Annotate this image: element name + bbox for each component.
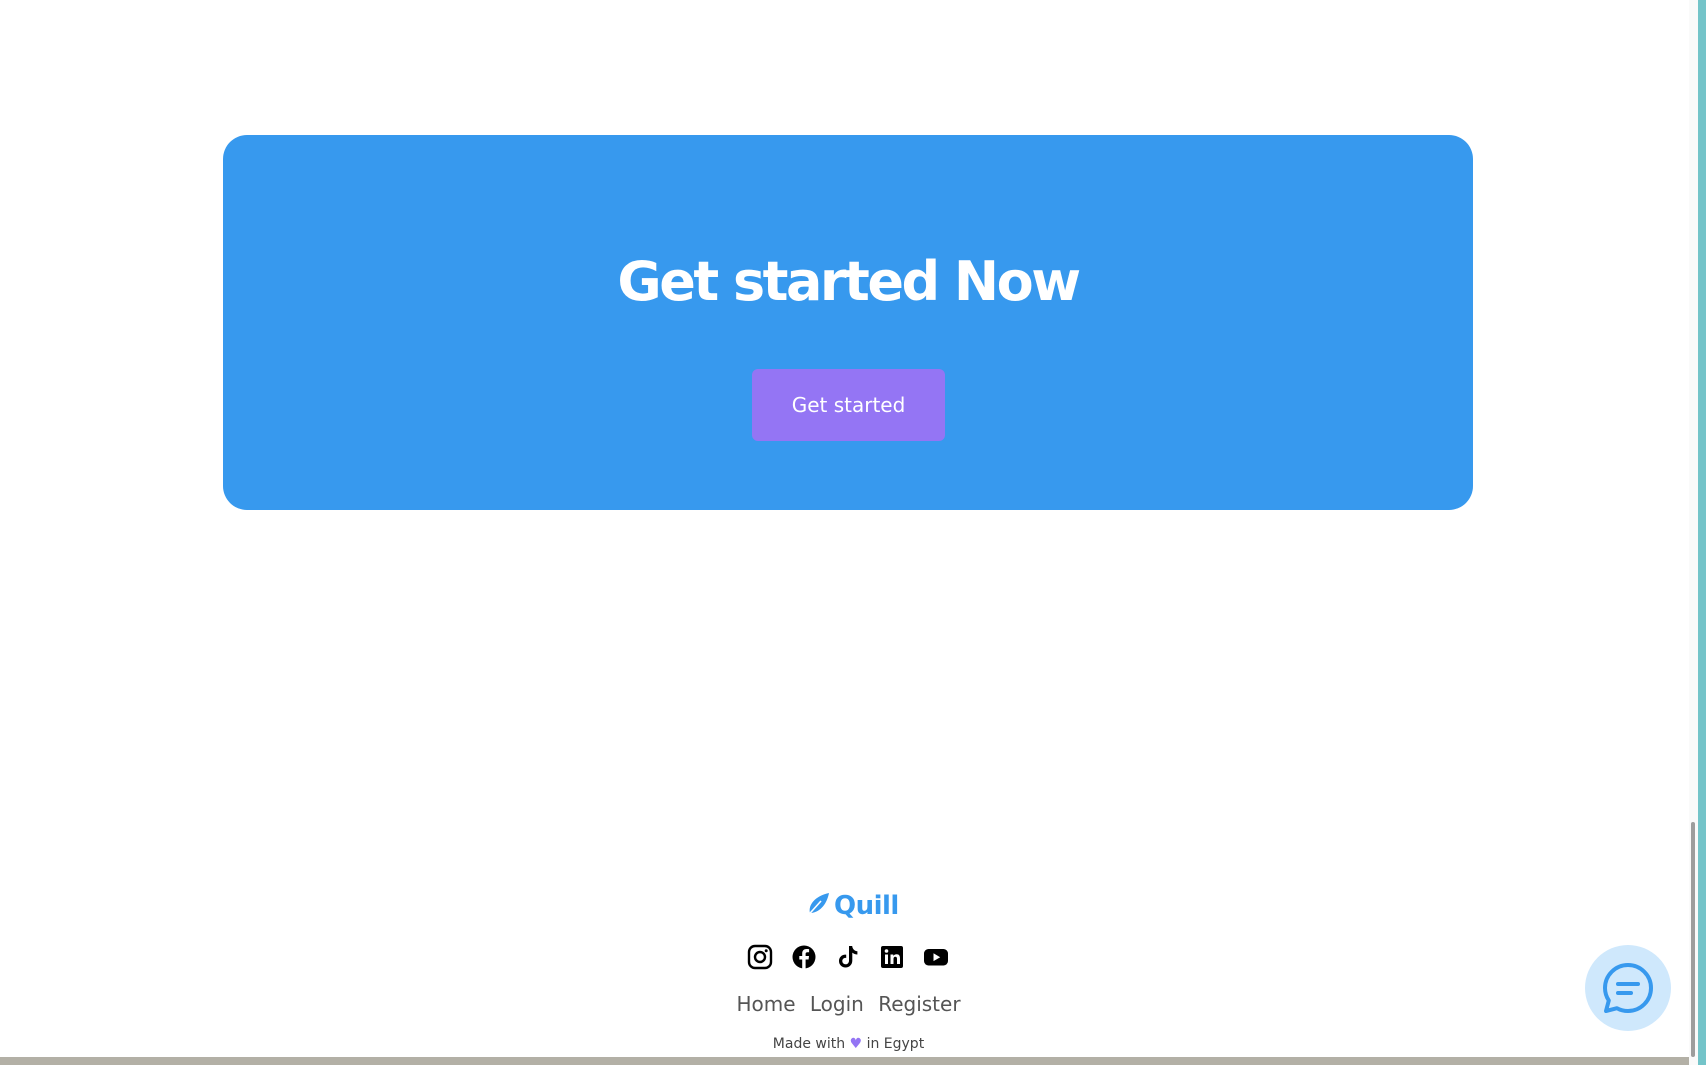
footer-link-register[interactable]: Register — [878, 992, 960, 1016]
cta-banner: Get started Now Get started — [223, 135, 1473, 510]
linkedin-icon[interactable] — [879, 944, 905, 970]
logo-text: Quill — [834, 891, 899, 921]
social-links — [747, 944, 949, 970]
chat-button[interactable] — [1585, 945, 1671, 1031]
made-with-suffix: in Egypt — [866, 1036, 925, 1052]
footer-link-home[interactable]: Home — [736, 992, 795, 1016]
feather-icon — [802, 893, 829, 922]
get-started-button[interactable]: Get started — [752, 369, 945, 441]
youtube-icon[interactable] — [923, 944, 949, 970]
chat-icon — [1603, 963, 1653, 1013]
heart-icon: ♥ — [849, 1036, 863, 1052]
instagram-icon[interactable] — [747, 944, 773, 970]
cta-title: Get started Now — [617, 250, 1081, 313]
footer-logo[interactable]: Quill — [800, 888, 899, 924]
made-with-text: Made with ♥ in Egypt — [0, 1036, 1689, 1052]
footer-nav: Home Login Register — [0, 992, 1689, 1016]
window-edge-accent — [1698, 0, 1706, 1065]
scrollbar-thumb[interactable] — [1691, 822, 1695, 1057]
made-with-prefix: Made with — [772, 1036, 846, 1052]
page-viewport: Get started Now Get started Quill Home L… — [0, 0, 1689, 1057]
footer-link-login[interactable]: Login — [810, 992, 864, 1016]
facebook-icon[interactable] — [791, 944, 817, 970]
tiktok-icon[interactable] — [835, 944, 861, 970]
